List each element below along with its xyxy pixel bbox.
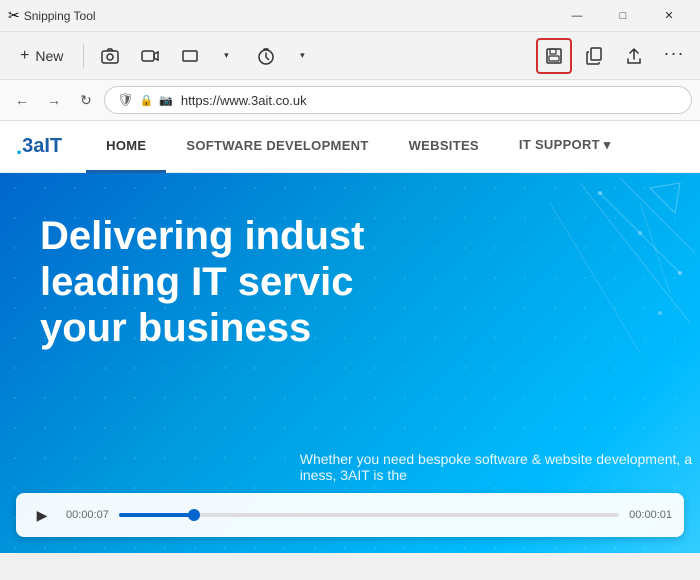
- video-duration: 00:00:01: [629, 509, 672, 521]
- nav-it-support[interactable]: IT SUPPORT ▾: [499, 121, 631, 173]
- browser-chrome: ← → ↻ 🛡 🔒 📷 https://www.3ait.co.uk: [0, 80, 700, 121]
- new-plus-icon: +: [20, 47, 29, 65]
- timer-dropdown-button[interactable]: ▾: [284, 38, 320, 74]
- maximize-button[interactable]: □: [600, 0, 646, 32]
- save-button[interactable]: [536, 38, 572, 74]
- save-icon: [545, 47, 563, 65]
- rect-icon: [180, 46, 200, 66]
- hero-decoration: [400, 173, 700, 423]
- video-icon: [140, 46, 160, 66]
- share-icon: [625, 47, 643, 65]
- window-title: Snipping Tool: [24, 9, 554, 23]
- shield-icon: 🛡: [117, 92, 134, 108]
- camera-button[interactable]: [92, 38, 128, 74]
- rect-group: ▾: [172, 38, 244, 74]
- new-button[interactable]: + New: [8, 41, 75, 71]
- toolbar: + New ▾ ▾: [0, 32, 700, 80]
- more-button[interactable]: ···: [656, 38, 692, 74]
- logo-text: 3aIT: [22, 135, 62, 158]
- play-icon: ▶: [37, 507, 48, 524]
- hero-title-line3: your business: [40, 306, 311, 350]
- progress-thumb: [188, 509, 200, 521]
- hero-partial-text: Whether you need bespoke software & webs…: [300, 451, 700, 483]
- title-bar: ✂ Snipping Tool — □ ✕: [0, 0, 700, 32]
- timer-icon: [256, 46, 276, 66]
- hero-subtitle-1: Whether you need bespoke software & webs…: [300, 451, 692, 467]
- site-nav: .3aIT HOME SOFTWARE DEVELOPMENT WEBSITES…: [0, 121, 700, 173]
- share-button[interactable]: [616, 38, 652, 74]
- video-button[interactable]: [132, 38, 168, 74]
- video-player: ▶ 00:00:07 00:00:01: [16, 493, 684, 537]
- hero-content: Delivering indust leading IT servic your…: [40, 213, 365, 367]
- window-controls: — □ ✕: [554, 0, 692, 32]
- rect-dropdown-button[interactable]: ▾: [208, 38, 244, 74]
- address-bar[interactable]: 🛡 🔒 📷 https://www.3ait.co.uk: [104, 86, 692, 114]
- progress-bar[interactable]: [119, 513, 619, 517]
- back-button[interactable]: ←: [8, 86, 36, 114]
- copy-icon: [585, 47, 603, 65]
- hero-section: Delivering indust leading IT servic your…: [0, 173, 700, 553]
- close-button[interactable]: ✕: [646, 0, 692, 32]
- hero-title-line2: leading IT servic: [40, 260, 353, 304]
- hero-title: Delivering indust leading IT servic your…: [40, 213, 365, 351]
- timer-group: ▾: [248, 38, 320, 74]
- current-time: 00:00:07: [66, 509, 109, 521]
- toolbar-separator-1: [83, 44, 84, 68]
- refresh-button[interactable]: ↻: [72, 86, 100, 114]
- app-icon: ✂: [8, 7, 20, 24]
- cam-icon: 📷: [159, 94, 173, 107]
- play-button[interactable]: ▶: [28, 501, 56, 529]
- progress-fill: [119, 513, 194, 517]
- copy-button[interactable]: [576, 38, 612, 74]
- hero-subtitle-2: iness, 3AIT is the: [300, 467, 692, 483]
- new-label: New: [35, 48, 63, 64]
- lock-icon: 🔒: [140, 94, 154, 107]
- site-logo: .3aIT: [16, 134, 62, 160]
- browser-nav: ← → ↻ 🛡 🔒 📷 https://www.3ait.co.uk: [0, 80, 700, 120]
- camera-icon: [100, 46, 120, 66]
- nav-websites[interactable]: WEBSITES: [389, 121, 499, 173]
- hero-title-line1: Delivering indust: [40, 214, 365, 258]
- rect-button[interactable]: [172, 38, 208, 74]
- nav-home[interactable]: HOME: [86, 121, 166, 173]
- forward-button[interactable]: →: [40, 86, 68, 114]
- minimize-button[interactable]: —: [554, 0, 600, 32]
- url-text: https://www.3ait.co.uk: [181, 93, 307, 108]
- nav-software[interactable]: SOFTWARE DEVELOPMENT: [166, 121, 388, 173]
- timer-button[interactable]: [248, 38, 284, 74]
